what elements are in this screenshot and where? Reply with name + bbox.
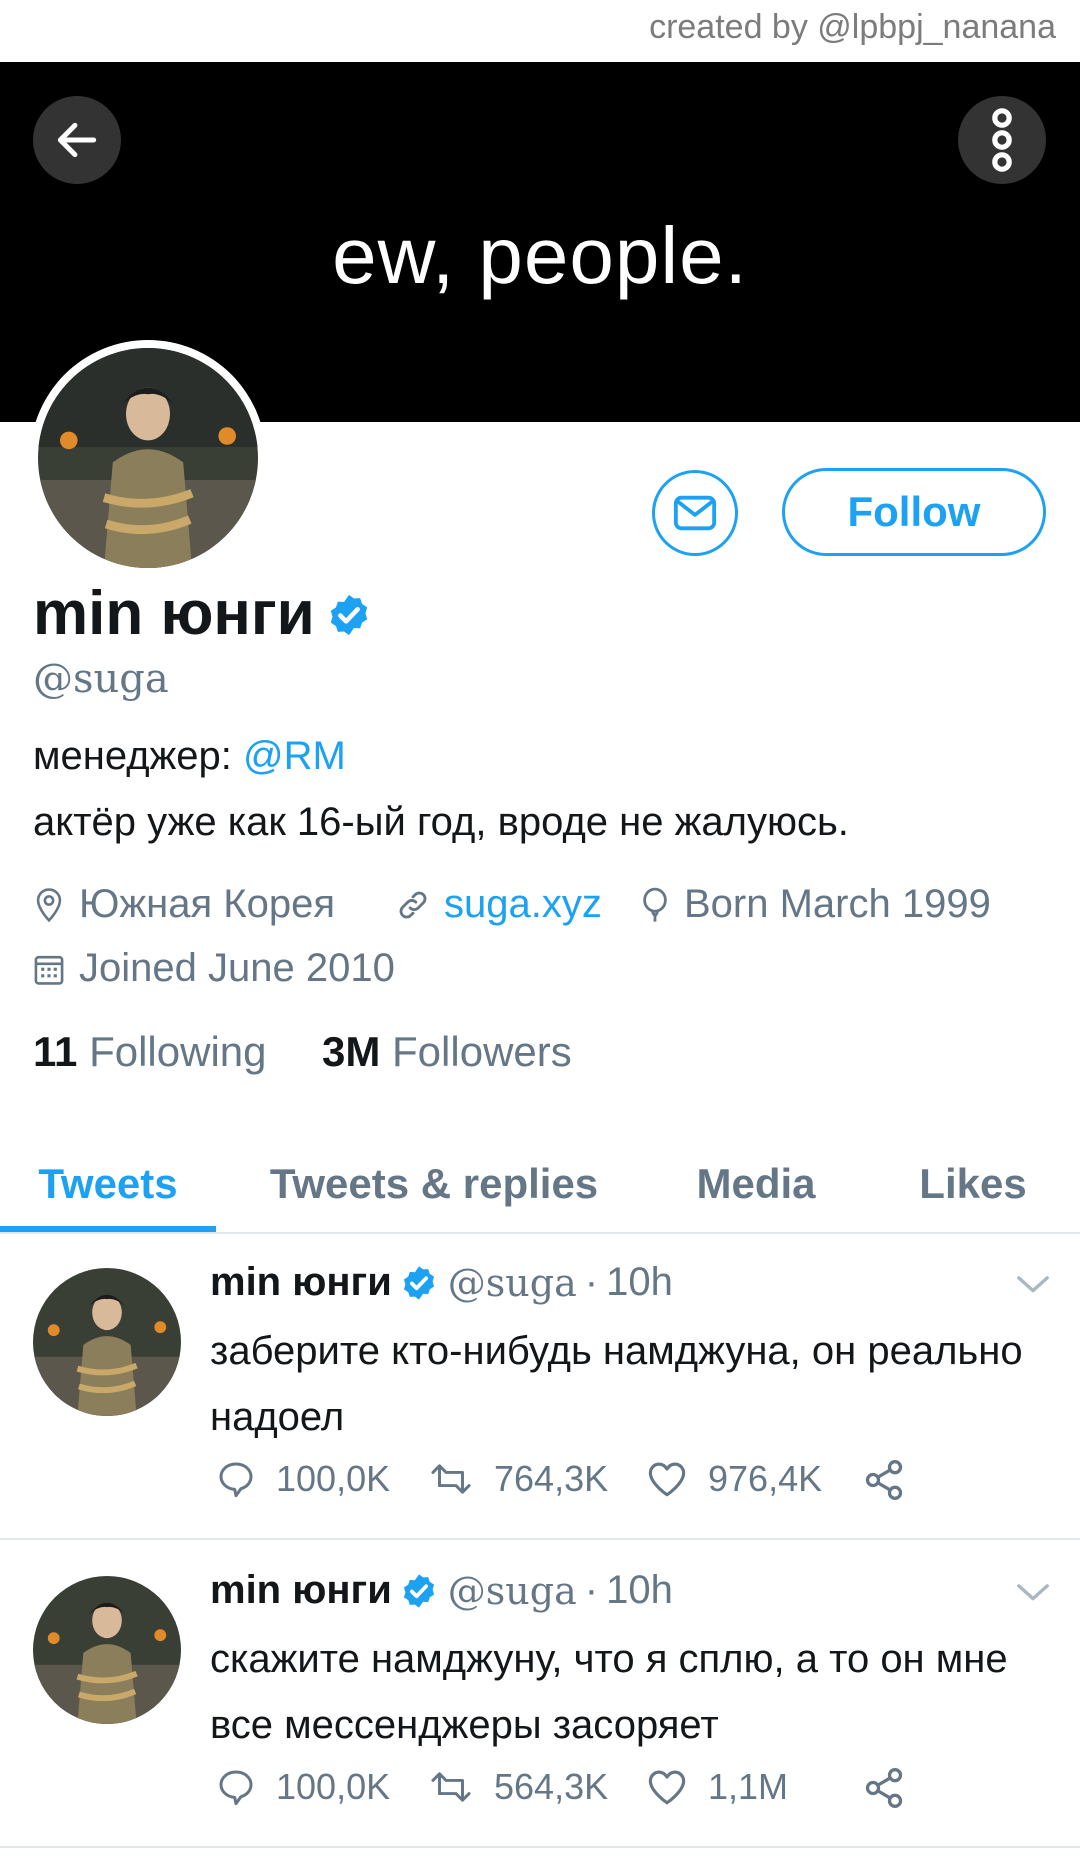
tweet-avatar[interactable] [33, 1576, 181, 1724]
tweet[interactable]: min юнги @suga · 10h заберите кто-нибудь… [0, 1232, 1080, 1540]
tweet-author-name[interactable]: min юнги [210, 1260, 392, 1305]
tweet-header: min юнги @suga · 10h [210, 1260, 673, 1305]
arrow-left-icon [57, 122, 97, 158]
verified-badge-icon [330, 594, 368, 636]
calendar-icon [34, 955, 64, 985]
chevron-down-icon[interactable] [1016, 1582, 1050, 1604]
tweet-separator: · [584, 1260, 599, 1304]
retweet-count: 564,3K [494, 1766, 609, 1807]
retweet-count: 764,3K [494, 1458, 609, 1499]
joined-info: Joined June 2010 [33, 946, 395, 991]
more-options-button[interactable] [958, 96, 1046, 184]
tweet-actions: 100,0K 764,3K 976,4K [210, 1458, 1010, 1510]
tab-likes[interactable]: Likes [880, 1138, 1066, 1230]
bio-prefix: менеджер: [33, 734, 232, 778]
like-count: 976,4K [708, 1458, 823, 1499]
avatar-photo [38, 348, 258, 568]
tweet-timestamp: 10h [606, 1568, 673, 1612]
bio-mention-link[interactable]: @RM [243, 734, 346, 778]
more-vertical-icon [992, 108, 1012, 172]
chevron-down-icon[interactable] [1016, 1274, 1050, 1296]
balloon-icon [643, 887, 667, 922]
banner-text: ew, people. [332, 211, 748, 300]
credit-bar: created by @lpbpj_nanana [0, 0, 1080, 62]
profile-name: min юнги [33, 579, 315, 648]
bio-line-2: актёр уже как 16-ый год, вроде не жалуюс… [33, 800, 849, 844]
profile-tabs: Tweets Tweets & replies Media Likes [0, 1138, 1080, 1234]
followers-stat[interactable]: 3M Followers [322, 1028, 572, 1076]
reply-button[interactable]: 100,0K [216, 1458, 390, 1500]
tweet-author-handle: @suga [447, 1568, 577, 1613]
tweet-separator: · [584, 1568, 599, 1612]
retweet-button[interactable]: 764,3K [428, 1458, 608, 1500]
reply-button[interactable]: 100,0K [216, 1766, 390, 1808]
tab-tweets[interactable]: Tweets [0, 1138, 216, 1230]
heart-icon [648, 1462, 686, 1497]
retweet-button[interactable]: 564,3K [428, 1766, 608, 1808]
website-link[interactable]: suga.xyz [444, 882, 602, 927]
retweet-icon [431, 1772, 471, 1802]
back-button[interactable] [33, 96, 121, 184]
share-button[interactable] [862, 1766, 926, 1810]
share-icon [865, 1460, 903, 1500]
followers-count: 3M [322, 1028, 381, 1075]
tweet-timestamp: 10h [606, 1260, 673, 1304]
following-stat[interactable]: 11 Following [33, 1028, 267, 1076]
reply-count: 100,0K [276, 1458, 391, 1499]
birthday-info: Born March 1999 [640, 882, 991, 927]
reply-icon [219, 1770, 253, 1806]
follow-button[interactable]: Follow [782, 468, 1046, 556]
heart-icon [648, 1770, 686, 1805]
website-info[interactable]: suga.xyz [396, 882, 602, 927]
tweet-text: скажите намджуну, что я сплю, а то он мн… [210, 1637, 1008, 1747]
tweet-header: min юнги @suga · 10h [210, 1568, 673, 1613]
share-button[interactable] [862, 1458, 926, 1502]
message-button[interactable] [652, 470, 738, 556]
location-pin-icon [36, 887, 62, 922]
tweet-text: заберите кто-нибудь намджуна, он реально… [210, 1329, 1023, 1439]
like-count: 1,1M [708, 1766, 789, 1807]
profile-handle: @suga [33, 656, 169, 702]
like-button[interactable]: 976,4K [646, 1458, 822, 1500]
following-label: Following [89, 1028, 267, 1075]
tab-tweets-replies[interactable]: Tweets & replies [246, 1138, 622, 1230]
following-count: 11 [33, 1028, 78, 1075]
tweet-author-handle: @suga [447, 1260, 577, 1305]
reply-count: 100,0K [276, 1766, 391, 1807]
link-icon [399, 891, 427, 918]
credit-text: created by @lpbpj_nanana [649, 8, 1056, 46]
location-info: Южная Корея [33, 882, 335, 927]
birthday-text: Born March 1999 [684, 882, 991, 926]
tweet[interactable]: min юнги @suga · 10h скажите намджуну, ч… [0, 1540, 1080, 1848]
verified-badge-icon [403, 1573, 434, 1608]
like-button[interactable]: 1,1M [646, 1766, 788, 1808]
profile-avatar[interactable] [30, 340, 266, 576]
tweet-author-name[interactable]: min юнги [210, 1568, 392, 1613]
tab-media[interactable]: Media [660, 1138, 852, 1230]
retweet-icon [431, 1464, 471, 1494]
share-icon [865, 1768, 903, 1808]
followers-label: Followers [392, 1028, 572, 1075]
location-text: Южная Корея [79, 882, 335, 926]
tweet-actions: 100,0K 564,3K 1,1M [210, 1766, 1010, 1818]
reply-icon [219, 1462, 253, 1498]
verified-badge-icon [403, 1265, 434, 1300]
tweet-avatar[interactable] [33, 1268, 181, 1416]
bio-line-1: менеджер: @RM [33, 734, 346, 779]
joined-text: Joined June 2010 [79, 946, 395, 990]
mail-icon [673, 495, 717, 531]
